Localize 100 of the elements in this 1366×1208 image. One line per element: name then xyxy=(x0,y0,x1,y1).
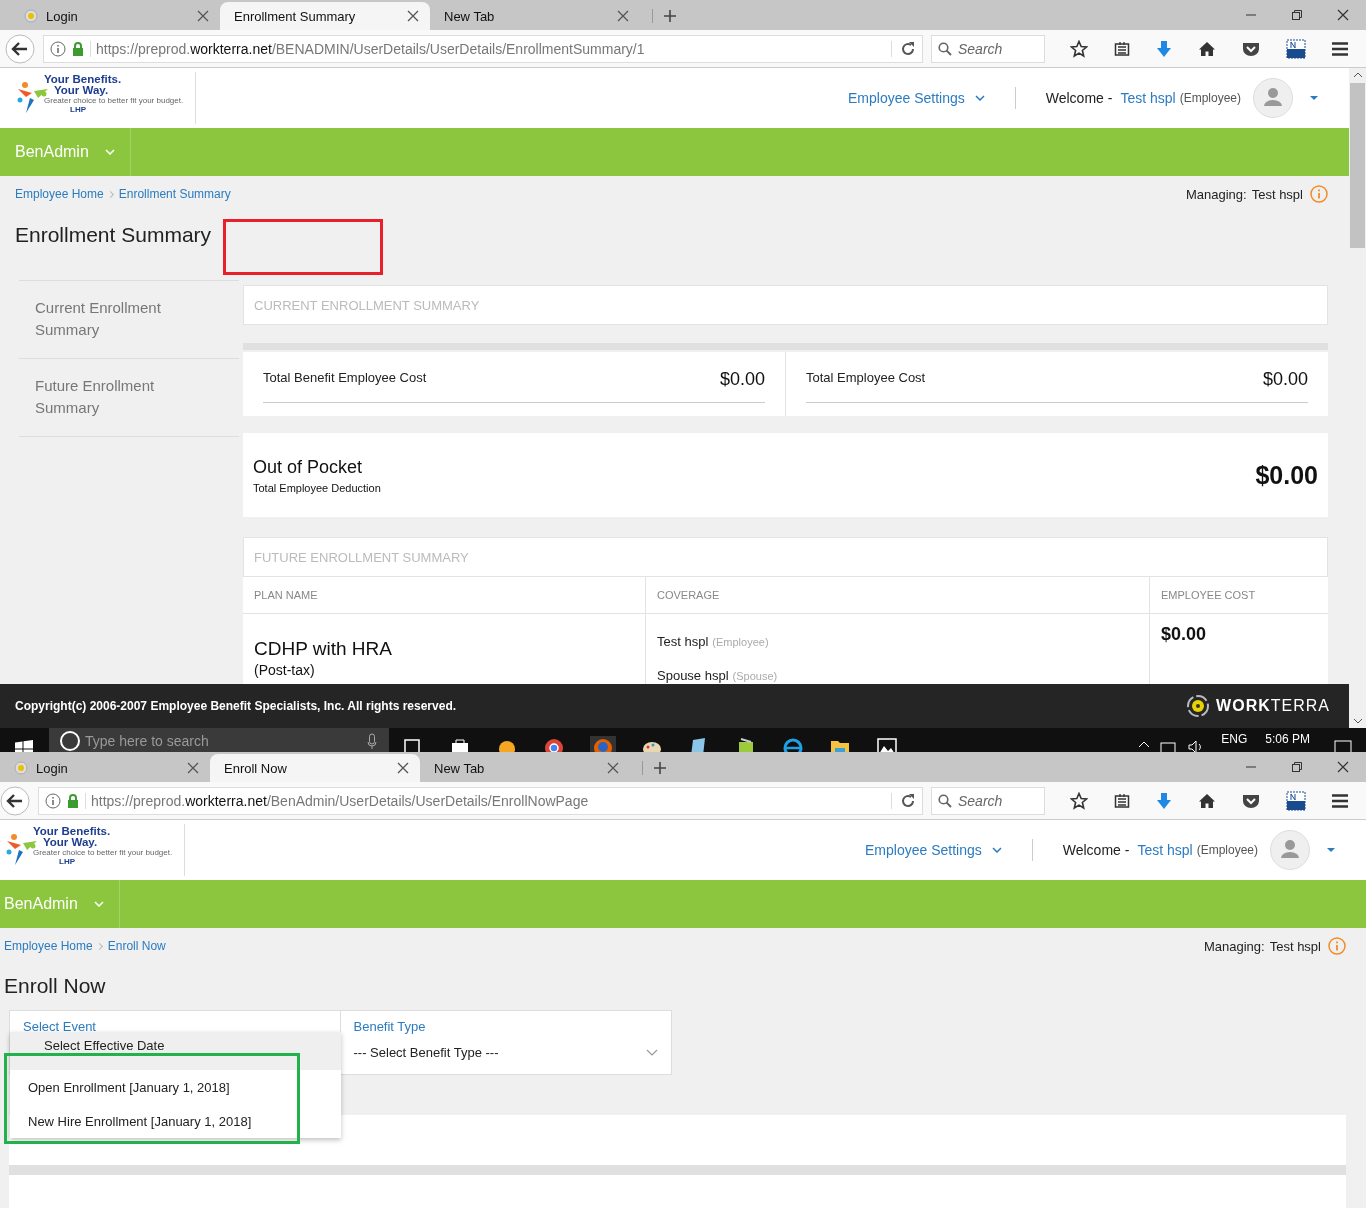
settings-menu-link[interactable]: Employee Settings xyxy=(865,842,982,858)
pocket-icon[interactable] xyxy=(1242,40,1260,57)
logo-text: Your Benefits. xyxy=(33,826,112,837)
logo-mark-text: LHP xyxy=(69,105,87,114)
browser-tab[interactable]: Login xyxy=(0,754,210,782)
info-icon[interactable] xyxy=(45,792,61,809)
target-logo-icon xyxy=(1186,694,1211,718)
close-icon[interactable] xyxy=(1337,9,1349,21)
star-icon[interactable] xyxy=(1070,791,1088,810)
column-header: COVERAGE xyxy=(646,577,1150,613)
logo-tagline: Greater choice to better fit your budget. xyxy=(33,848,173,857)
download-icon[interactable] xyxy=(1156,791,1172,810)
microphone-icon[interactable] xyxy=(367,733,377,749)
taskbar-search-field[interactable]: Type here to search xyxy=(49,728,389,752)
search-icon xyxy=(938,793,952,808)
network-icon[interactable] xyxy=(1160,740,1179,752)
home-icon[interactable] xyxy=(1198,40,1216,57)
chevron-up-icon[interactable] xyxy=(1138,740,1151,748)
member-role: (Spouse) xyxy=(732,670,778,682)
close-icon[interactable] xyxy=(196,9,210,23)
new-badge-icon[interactable] xyxy=(1286,790,1306,811)
notification-icon[interactable] xyxy=(1334,740,1352,752)
managing-label: Managing: xyxy=(1185,186,1247,202)
managing-name: Test hspl xyxy=(1251,186,1303,202)
cost-label: Total Benefit Employee Cost xyxy=(263,369,428,385)
search-field[interactable]: Search xyxy=(931,786,1045,815)
benefit-type-select[interactable]: --- Select Benefit Type --- xyxy=(353,1045,658,1060)
reading-list-icon[interactable] xyxy=(1114,792,1130,809)
close-icon[interactable] xyxy=(406,9,420,23)
download-icon[interactable] xyxy=(1156,39,1172,58)
new-tab-icon[interactable] xyxy=(642,761,667,775)
close-icon[interactable] xyxy=(606,761,620,775)
dropdown-option[interactable]: Open Enrollment [January 1, 2018] xyxy=(10,1070,341,1104)
breadcrumb-link[interactable]: Employee Home xyxy=(15,187,104,201)
avatar-icon[interactable] xyxy=(1270,830,1310,870)
menu-icon[interactable] xyxy=(1331,40,1349,57)
dropdown-option[interactable]: New Hire Enrollment [January 1, 2018] xyxy=(10,1104,341,1138)
total-amount: $0.00 xyxy=(1255,460,1318,490)
close-icon[interactable] xyxy=(1337,761,1349,773)
column-header: EMPLOYEE COST xyxy=(1160,588,1257,603)
store-bag-icon[interactable] xyxy=(449,736,471,752)
page-title: Enrollment Summary xyxy=(15,223,212,247)
close-icon[interactable] xyxy=(186,761,200,775)
search-icon xyxy=(938,41,952,56)
dropdown-option[interactable]: Select Effective Date xyxy=(10,1032,341,1070)
browser-tab[interactable]: Login xyxy=(10,2,220,30)
star-icon[interactable] xyxy=(1070,39,1088,58)
info-icon[interactable] xyxy=(50,40,66,57)
reload-icon[interactable] xyxy=(891,40,916,57)
language-indicator[interactable]: ENG xyxy=(1221,732,1248,746)
breadcrumb-link[interactable]: Employee Home xyxy=(4,939,93,953)
restore-icon[interactable] xyxy=(1291,761,1303,773)
section-heading: FUTURE ENROLLMENT SUMMARY xyxy=(243,537,1328,577)
scroll-up-icon[interactable] xyxy=(1352,72,1363,78)
search-field[interactable]: Search xyxy=(931,34,1045,63)
logo-text: Your Benefits. xyxy=(44,74,123,85)
reload-icon[interactable] xyxy=(891,792,916,809)
scroll-down-icon[interactable] xyxy=(1352,718,1363,724)
user-name-link[interactable]: Test hspl xyxy=(1120,90,1176,106)
home-icon[interactable] xyxy=(1198,792,1216,809)
browser-e-icon[interactable] xyxy=(782,736,804,752)
browser-tab[interactable]: New Tab xyxy=(420,754,630,782)
caret-down-icon[interactable] xyxy=(1309,95,1319,101)
role-text: (Employee) xyxy=(1179,91,1241,105)
sidebar-link[interactable]: Current Enrollment Summary xyxy=(19,281,239,359)
cost-value: $0.00 xyxy=(1262,367,1308,390)
cost-label: Total Employee Cost xyxy=(806,369,927,385)
breadcrumb-link[interactable]: Enroll Now xyxy=(107,939,166,953)
close-icon[interactable] xyxy=(396,761,410,775)
browser-tab[interactable]: New Tab xyxy=(430,2,640,30)
restore-icon[interactable] xyxy=(1291,9,1303,21)
sidebar-link[interactable]: Future Enrollment Summary xyxy=(19,359,239,437)
field-label: Benefit Type xyxy=(353,1019,427,1034)
menu-icon[interactable] xyxy=(1331,792,1349,809)
copyright-text: Copyright(c) 2006-2007 Employee Benefit Specialists, Inc. All rights reserved. xyxy=(15,699,457,713)
close-icon[interactable] xyxy=(616,9,630,23)
clock-time[interactable]: 5:06 PM xyxy=(1265,732,1310,746)
avatar-icon[interactable] xyxy=(1253,78,1293,118)
user-name-link[interactable]: Test hspl xyxy=(1137,842,1193,858)
scrollbar-thumb[interactable] xyxy=(1350,83,1365,248)
browser-tab[interactable]: Enroll Now xyxy=(210,754,420,782)
pocket-icon[interactable] xyxy=(1242,792,1260,809)
address-bar[interactable]: https://preprod.workterra.net/BenAdmin/UserDetails/UserDetails/EnrollNowPage xyxy=(38,786,923,815)
new-badge-icon[interactable] xyxy=(1286,38,1306,59)
column-header: PLAN NAME xyxy=(243,577,646,613)
chevron-down-icon xyxy=(991,847,1002,853)
caret-down-icon[interactable] xyxy=(1326,847,1336,853)
reading-list-icon[interactable] xyxy=(1114,40,1130,57)
breadcrumb-link[interactable]: Enrollment Summary xyxy=(118,187,231,201)
new-tab-icon[interactable] xyxy=(652,9,677,23)
address-bar[interactable]: https://preprod.workterra.net/BENADMIN/UserDetails/UserDetails/EnrollmentSummary/1 xyxy=(43,34,923,63)
field-label: Select Event xyxy=(23,1019,97,1034)
welcome-text: Welcome - xyxy=(1045,90,1113,106)
logo-tagline: Greater choice to better fit your budget. xyxy=(44,96,184,105)
lock-icon xyxy=(72,41,84,56)
lock-icon xyxy=(67,793,79,808)
settings-menu-link[interactable]: Employee Settings xyxy=(848,90,965,106)
chevron-down-icon xyxy=(93,901,104,907)
browser-tab[interactable]: Enrollment Summary xyxy=(220,2,430,30)
member-name: Spouse hspl xyxy=(657,668,729,683)
